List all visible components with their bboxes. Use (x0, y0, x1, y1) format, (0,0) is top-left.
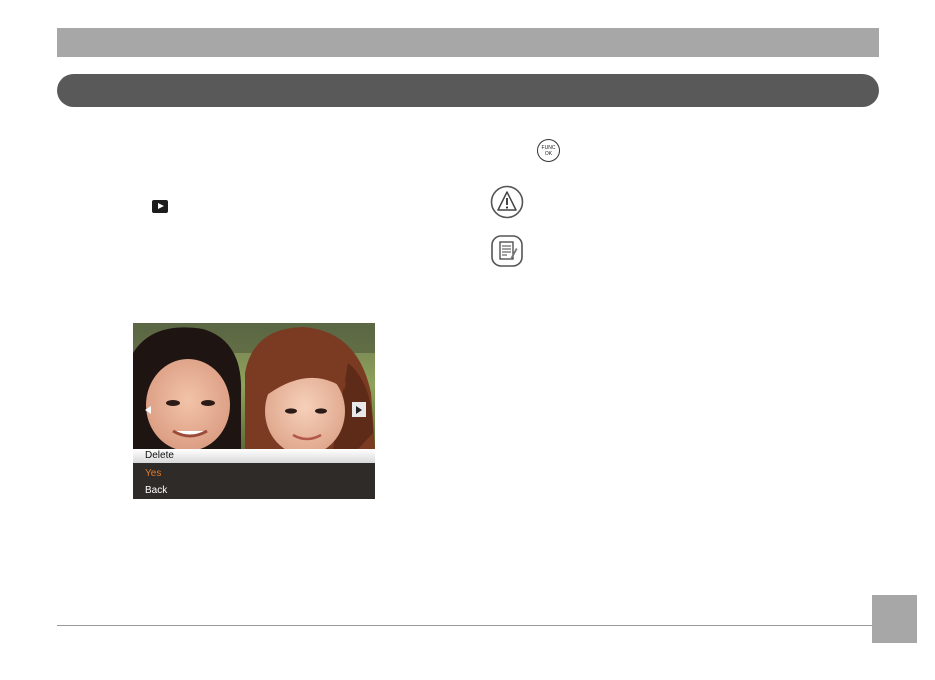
chevron-left-icon (145, 405, 151, 414)
playback-button-icon (152, 200, 168, 213)
ok-label: OK (544, 150, 553, 157)
option-back[interactable]: Back (133, 482, 375, 499)
previous-image-arrow[interactable] (141, 402, 155, 417)
footer-divider (57, 625, 875, 626)
next-image-arrow[interactable] (352, 402, 366, 417)
chevron-right-icon (356, 405, 362, 414)
camera-lcd-delete-screen: Delete Yes Back (133, 323, 375, 499)
delete-menu-title: Delete (133, 449, 375, 463)
note-icon (491, 235, 523, 267)
func-ok-button-icon: FUNC OK (537, 139, 560, 162)
caution-icon (490, 185, 524, 219)
playback-photo (133, 323, 375, 449)
option-yes[interactable]: Yes (133, 465, 375, 482)
header-bar (57, 28, 879, 57)
page-number-tab (872, 595, 917, 643)
section-title-bar (57, 74, 879, 107)
